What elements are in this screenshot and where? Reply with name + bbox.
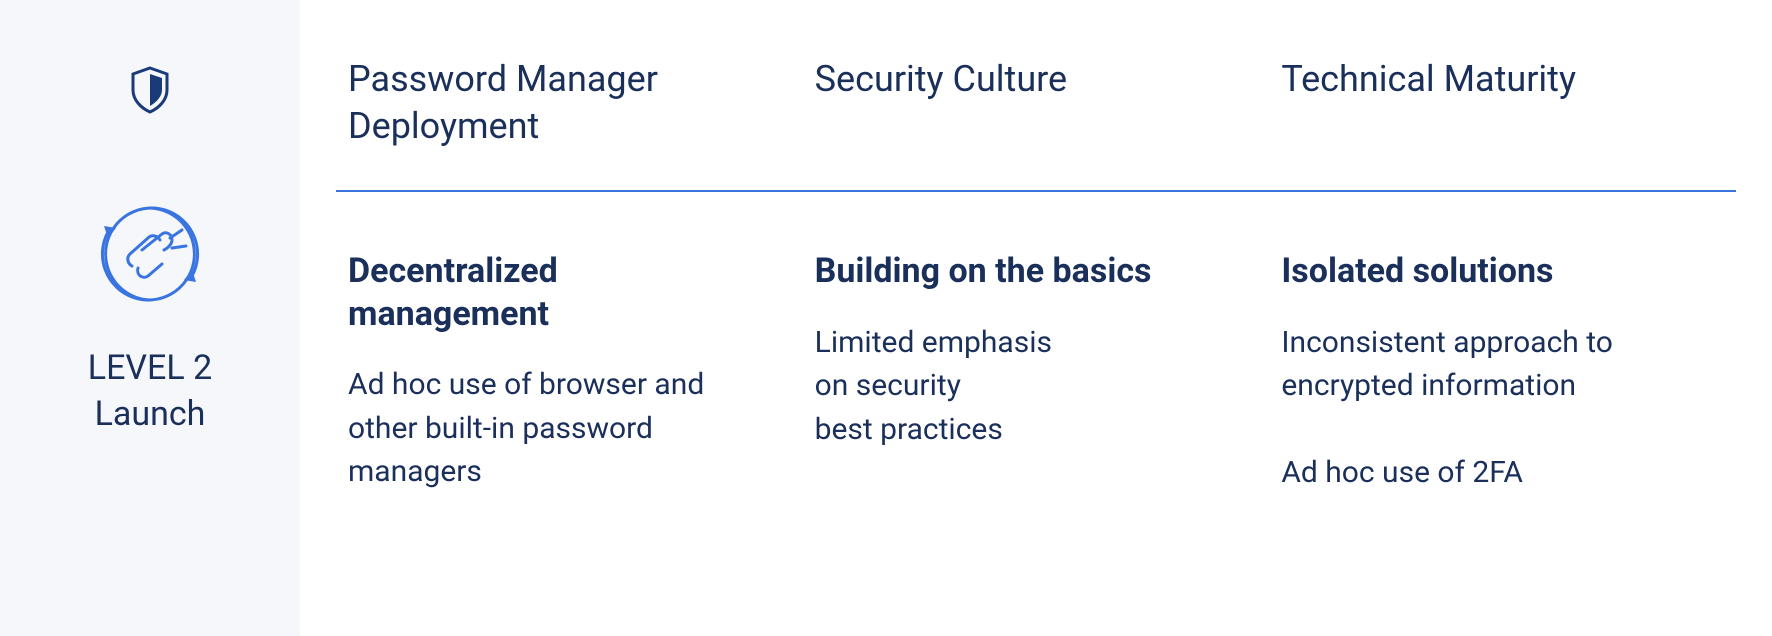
cell-description: Inconsistent approach to encrypted infor…: [1281, 321, 1696, 495]
content-cell: Isolated solutions Inconsistent approach…: [1269, 250, 1736, 495]
level-label: LEVEL 2 Launch: [88, 346, 212, 438]
cell-description: Limited emphasis on security best practi…: [815, 321, 1230, 452]
cell-title: Building on the basics: [815, 250, 1230, 293]
cell-title: Decentralized management: [348, 250, 763, 335]
cell-title: Isolated solutions: [1281, 250, 1696, 293]
level-name: Launch: [95, 394, 206, 434]
column-header: Security Culture: [803, 0, 1270, 190]
hand-snap-icon: [90, 194, 210, 314]
cell-description: Ad hoc use of browser and other built-in…: [348, 363, 763, 494]
content-cell: Building on the basics Limited emphasis …: [803, 250, 1270, 495]
table-header-row: Password Manager Deployment Security Cul…: [336, 0, 1736, 192]
shield-icon: [129, 66, 171, 114]
maturity-table: LEVEL 2 Launch Password Manager Deployme…: [0, 0, 1772, 636]
sidebar: LEVEL 2 Launch: [0, 0, 300, 636]
main-content: Password Manager Deployment Security Cul…: [300, 0, 1772, 636]
level-number: LEVEL 2: [88, 348, 212, 388]
content-cell: Decentralized management Ad hoc use of b…: [336, 250, 803, 495]
table-content-row: Decentralized management Ad hoc use of b…: [336, 192, 1736, 495]
column-header: Password Manager Deployment: [336, 0, 803, 190]
column-header: Technical Maturity: [1269, 0, 1736, 190]
